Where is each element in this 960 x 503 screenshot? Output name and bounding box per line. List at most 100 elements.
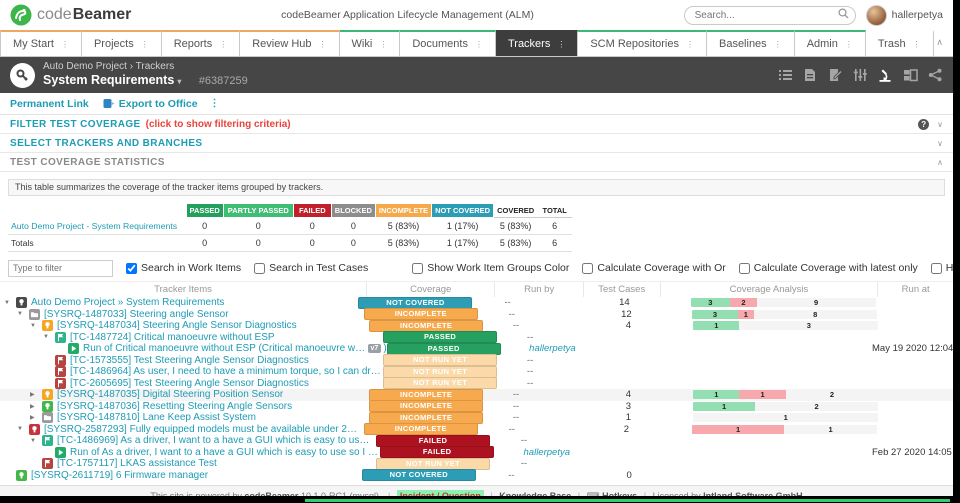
expand-chevron-icon[interactable]: ∨ (937, 120, 943, 129)
checkbox-input-calculate-coverage-with-latest-only[interactable] (738, 262, 750, 274)
section-select-trackers-and-branches[interactable]: SELECT TRACKERS AND BRANCHES ∨ (0, 134, 953, 153)
tab-menu-dots-icon[interactable]: ⋮ (319, 40, 327, 49)
coverage-analysis-cell: 329 (661, 298, 876, 308)
export-document-icon[interactable] (802, 68, 818, 83)
more-actions-dots-icon[interactable]: ⋮ (210, 98, 220, 109)
hotkeys-link[interactable]: Hotkeys (602, 491, 637, 496)
tracker-key-icon[interactable] (10, 62, 35, 88)
tabbar-collapse-chevron-icon[interactable]: ∧ (936, 37, 943, 48)
tab-menu-dots-icon[interactable]: ⋮ (686, 40, 694, 49)
tree-row: [TC-1757117] LKAS assistance Test NOT RUN… (0, 457, 953, 470)
tracker-item-link[interactable]: [SYSRQ-1487036] Resetting Steering Angle… (57, 401, 292, 412)
checkbox-search-in-work-items[interactable]: Search in Work Items (126, 262, 241, 274)
expand-chevron-icon[interactable]: ∨ (937, 139, 943, 148)
collapse-triangle-icon[interactable]: ▼ (17, 426, 29, 432)
tab-review-hub[interactable]: Review Hub ⋮ (240, 30, 340, 56)
title-dropdown-icon[interactable]: ▾ (177, 77, 181, 86)
tab-documents[interactable]: Documents ⋮ (400, 30, 496, 56)
collapse-triangle-icon[interactable]: ▼ (30, 438, 42, 444)
checkbox-search-in-test-cases[interactable]: Search in Test Cases (254, 262, 368, 274)
checkbox-calculate-coverage-with-latest-only[interactable]: Calculate Coverage with latest only (738, 262, 918, 274)
checkbox-input-calculate-coverage-with-or[interactable] (582, 262, 594, 274)
tracker-item-link[interactable]: [SYSRQ-1487035] Digital Steering Positio… (57, 389, 283, 400)
tree-filter-input[interactable] (8, 259, 113, 277)
stats-col-covered: COVERED (493, 203, 539, 218)
list-icon[interactable] (777, 68, 793, 83)
tab-scm-repositories[interactable]: SCM Repositories ⋮ (578, 30, 707, 56)
tab-menu-dots-icon[interactable]: ⋮ (475, 40, 483, 49)
tracker-item-link[interactable]: [SYSRQ-1487034] Steering Angle Sensor Di… (57, 320, 297, 331)
checkbox-calculate-coverage-with-or[interactable]: Calculate Coverage with Or (582, 262, 726, 274)
stats-value: 0 (186, 217, 224, 235)
tracker-item-link[interactable]: [TC-1487724] Critical manoeuvre without … (70, 332, 275, 343)
collapse-triangle-icon[interactable]: ▼ (30, 323, 42, 329)
section-filter-test-coverage[interactable]: FILTER TEST COVERAGE (click to show filte… (0, 115, 953, 134)
expand-triangle-icon[interactable]: ▶ (30, 391, 42, 398)
expand-triangle-icon[interactable]: ▶ (30, 414, 42, 421)
help-icon[interactable]: ? (918, 118, 930, 130)
tab-my-start[interactable]: My Start ⋮ (0, 30, 82, 56)
checkbox-input-show-work-item-groups-color[interactable] (412, 262, 424, 274)
checkbox-input-search-in-work-items[interactable] (126, 262, 137, 274)
tab-baselines[interactable]: Baselines ⋮ (706, 30, 795, 56)
edit-document-icon[interactable] (827, 68, 843, 83)
tracker-title[interactable]: System Requirements ▾ #6387259 (43, 73, 248, 89)
username-label[interactable]: hallerpetya (892, 9, 943, 21)
run-by-user-link[interactable]: hallerpetya (524, 447, 570, 458)
tracker-item-link[interactable]: [SYSRQ-1487033] Steering angle Sensor (44, 309, 229, 320)
run-by-user-link[interactable]: hallerpetya (529, 343, 575, 354)
tracker-item-link[interactable]: [TC-2605695] Test Steering Angle Sensor … (70, 378, 309, 389)
breadcrumb-project-link[interactable]: Auto Demo Project (43, 61, 127, 72)
collapse-triangle-icon[interactable]: ▼ (17, 311, 29, 317)
tab-menu-dots-icon[interactable]: ⋮ (845, 40, 853, 49)
checkbox-input-hide-incomplete-items[interactable] (930, 262, 942, 274)
tracker-item-link[interactable]: [SYSRQ-1487810] Lane Keep Assist System (57, 412, 256, 423)
breadcrumb-section-link[interactable]: Trackers (136, 61, 175, 72)
search-icon[interactable] (838, 8, 849, 19)
stats-col-passed: PASSED (185, 203, 224, 218)
tab-menu-dots-icon[interactable]: ⋮ (61, 40, 69, 49)
tracker-item-link[interactable]: [SYSRQ-2611719] 6 Firmware manager (31, 470, 208, 481)
tracker-item-link[interactable]: [TC-1757117] LKAS assistance Test (57, 458, 217, 469)
tracker-item-link[interactable]: [SYSRQ-2587293] Fully equipped models mu… (44, 424, 361, 435)
expand-triangle-icon[interactable]: ▶ (30, 403, 42, 410)
tab-admin[interactable]: Admin ⋮ (794, 30, 866, 56)
user-avatar[interactable] (865, 4, 887, 26)
tracker-item-link[interactable]: Run of Critical manoeuvre without ESP (C… (83, 343, 366, 354)
checkbox-show-work-item-groups-color[interactable]: Show Work Item Groups Color (412, 262, 569, 274)
tab-menu-dots-icon[interactable]: ⋮ (219, 40, 227, 49)
incident-question-link[interactable]: Incident / Question (396, 490, 484, 496)
tracker-item-link[interactable]: Run of As a driver, I want to a have a G… (70, 447, 379, 458)
permanent-link-button[interactable]: Permanent Link (10, 98, 89, 110)
tab-menu-dots-icon[interactable]: ⋮ (774, 40, 782, 49)
tab-menu-dots-icon[interactable]: ⋮ (379, 40, 387, 49)
collapse-triangle-icon[interactable]: ▼ (4, 300, 16, 306)
tracker-item-link[interactable]: [TC-1486964] As user, I need to have a m… (70, 366, 381, 377)
knowledge-base-link[interactable]: Knowledge Base (499, 491, 571, 496)
test-coverage-microscope-icon[interactable] (877, 68, 893, 83)
tracker-item-link[interactable]: [TC-1573555] Test Steering Angle Sensor … (70, 355, 309, 366)
tab-menu-dots-icon[interactable]: ⋮ (557, 40, 565, 49)
codebeamer-logo[interactable]: code Beamer (10, 4, 131, 26)
section-test-coverage-statistics[interactable]: TEST COVERAGE STATISTICS ∧ (0, 153, 953, 172)
tab-reports[interactable]: Reports ⋮ (161, 30, 241, 56)
tab-wiki[interactable]: Wiki ⋮ (339, 30, 401, 56)
export-to-office-button[interactable]: Export to Office (103, 98, 198, 110)
stats-tracker-link[interactable]: Auto Demo Project - System Requirements (8, 217, 186, 235)
share-icon[interactable] (927, 68, 943, 83)
layout-table-icon[interactable] (902, 68, 918, 83)
tab-menu-dots-icon[interactable]: ⋮ (141, 40, 149, 49)
tab-trash[interactable]: Trash ⋮ (865, 30, 934, 56)
checkbox-input-search-in-test-cases[interactable] (254, 262, 266, 274)
tab-trackers[interactable]: Trackers ⋮ (495, 30, 579, 56)
filter-sliders-icon[interactable] (852, 68, 868, 83)
tab-projects[interactable]: Projects ⋮ (81, 30, 162, 56)
tab-menu-dots-icon[interactable]: ⋮ (913, 40, 921, 49)
tracker-item-link[interactable]: Auto Demo Project » System Requirements (31, 297, 224, 308)
tracker-item-link[interactable]: [TC-1486969] As a driver, I want to a ha… (57, 435, 373, 446)
collapse-triangle-icon[interactable]: ▼ (43, 334, 55, 340)
checkbox-hide-incomplete-items[interactable]: Hide Incomplete Items (930, 262, 953, 274)
run-at-cell: May 19 2020 12:04 (872, 343, 953, 355)
collapse-chevron-icon[interactable]: ∧ (937, 158, 943, 167)
search-input[interactable] (683, 6, 856, 25)
